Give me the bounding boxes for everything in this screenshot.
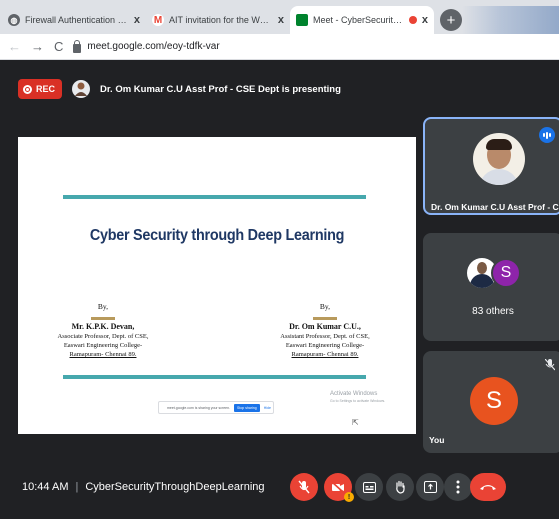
- mic-toggle-button[interactable]: [290, 473, 318, 501]
- photo-body: [479, 169, 519, 185]
- photo-face: [477, 262, 487, 274]
- gold-rule: [91, 317, 115, 320]
- your-avatar: S: [470, 377, 518, 425]
- recording-dot-icon: [408, 16, 417, 24]
- present-icon: [423, 481, 437, 493]
- more-vert-icon: [456, 480, 460, 494]
- screen-share-notice: meet.google.com is sharing your screen. …: [158, 401, 274, 414]
- meeting-controls-bar: 10:44 AM | CyberSecurityThroughDeepLearn…: [0, 458, 559, 519]
- meet-stage: REC Dr. Om Kumar C.U Asst Prof - CSE Dep…: [0, 60, 559, 519]
- author-2: By, Dr. Om Kumar C.U., Assistant Profess…: [270, 302, 380, 359]
- new-tab-button[interactable]: +: [440, 9, 462, 31]
- meet-icon: [296, 14, 308, 26]
- author-1-line: Ramapuram- Chennai 89.: [69, 351, 137, 358]
- close-tab-icon[interactable]: x: [134, 14, 140, 26]
- meeting-name: CyberSecurityThroughDeepLearning: [85, 481, 265, 493]
- audio-bar: [543, 133, 545, 137]
- slide-title: Cyber Security through Deep Learning: [89, 227, 345, 244]
- by-label: By,: [97, 302, 109, 311]
- leave-call-button[interactable]: [470, 473, 506, 501]
- tab-title: Firewall Authentication Keepalive: [25, 15, 129, 25]
- person-icon: [75, 82, 88, 96]
- mic-off-svg: [544, 358, 556, 371]
- participant-tile-others[interactable]: S 83 others: [423, 233, 559, 341]
- author-1-name: Mr. K.P.K. Devan,: [71, 322, 135, 331]
- gold-rule: [313, 317, 337, 320]
- author-2-line: Easwari Engineering College-: [285, 342, 365, 349]
- close-tab-icon[interactable]: x: [422, 14, 428, 26]
- forward-icon[interactable]: →: [31, 39, 44, 54]
- shared-screen: Cyber Security through Deep Learning By,…: [18, 137, 416, 434]
- share-text: meet.google.com is sharing your screen.: [167, 405, 231, 410]
- by-label: By,: [319, 302, 331, 311]
- others-avatars: S: [467, 258, 523, 288]
- author-2-line: Assistant Professor, Dept. of CSE,: [280, 333, 370, 340]
- clock-time: 10:44 AM: [22, 481, 69, 493]
- camera-toggle-button[interactable]: !: [324, 473, 354, 502]
- tab-gmail[interactable]: M AIT invitation for the Workshop on x: [146, 6, 290, 34]
- mic-off-icon: [544, 358, 556, 373]
- more-options-button[interactable]: [444, 473, 472, 501]
- others-count: 83 others: [472, 306, 514, 317]
- address-bar: ← → C meet.google.com/eoy-tdfk-var: [0, 34, 559, 60]
- mic-off-icon: [298, 480, 310, 494]
- close-tab-icon[interactable]: x: [278, 14, 284, 26]
- captions-button[interactable]: [355, 473, 383, 501]
- tab-firewall[interactable]: ◍ Firewall Authentication Keepalive x: [2, 6, 146, 34]
- tab-title: Meet - CyberSecurityThroughDeepLearning: [313, 15, 404, 25]
- meeting-details: 10:44 AM | CyberSecurityThroughDeepLearn…: [22, 481, 265, 493]
- separator: |: [75, 481, 79, 493]
- participant-tile-presenter[interactable]: Dr. Om Kumar C.U Asst Prof - CS...: [423, 117, 559, 215]
- presenting-text: Dr. Om Kumar C.U Asst Prof - CSE Dept is…: [100, 83, 341, 95]
- hide-button[interactable]: Hide: [264, 406, 271, 410]
- participant-name: Dr. Om Kumar C.U Asst Prof - CS...: [431, 202, 559, 212]
- participant-name: You: [429, 435, 445, 445]
- reload-icon[interactable]: C: [54, 39, 63, 54]
- stop-sharing-button[interactable]: Stop sharing: [234, 403, 260, 412]
- audio-bar: [549, 133, 551, 137]
- back-icon[interactable]: ←: [8, 39, 21, 54]
- participant-avatar-letter: S: [491, 258, 521, 288]
- participant-tile-you[interactable]: S You: [423, 351, 559, 453]
- watermark-subtitle: Go to Settings to activate Windows.: [330, 399, 386, 403]
- tab-title: AIT invitation for the Workshop on: [169, 15, 273, 25]
- presenter-photo: [473, 133, 525, 185]
- recording-badge: REC: [18, 79, 63, 99]
- slide-top-bar: [63, 195, 366, 199]
- speaking-indicator-icon: [539, 127, 555, 143]
- tab-bar-background: [462, 6, 559, 34]
- author-1-line: Associate Professor, Dept. of CSE,: [57, 333, 149, 340]
- globe-icon: ◍: [8, 14, 20, 26]
- rec-label: REC: [36, 84, 56, 94]
- url-text: meet.google.com/eoy-tdfk-var: [87, 41, 220, 52]
- author-2-line: Ramapuram- Chennai 89.: [291, 351, 359, 358]
- author-1: By, Mr. K.P.K. Devan, Associate Professo…: [48, 302, 158, 359]
- author-2-name: Dr. Om Kumar C.U.,: [289, 322, 361, 331]
- author-1-line: Easwari Engineering College-: [63, 342, 143, 349]
- slide-bottom-bar: [63, 375, 366, 379]
- present-screen-button[interactable]: [416, 473, 444, 501]
- tab-meet[interactable]: Meet - CyberSecurityThroughDeepLearning …: [290, 6, 434, 34]
- record-icon: [23, 84, 32, 94]
- browser-tab-bar: ◍ Firewall Authentication Keepalive x M …: [0, 0, 559, 34]
- camera-off-icon: [331, 481, 344, 493]
- warning-badge-icon: !: [344, 492, 354, 502]
- hang-up-icon: [480, 485, 496, 490]
- presenting-banner: REC Dr. Om Kumar C.U Asst Prof - CSE Dep…: [18, 78, 341, 100]
- photo-hair: [486, 139, 512, 150]
- gmail-icon: M: [152, 14, 164, 26]
- activate-windows-watermark: Activate Windows Go to Settings to activ…: [330, 391, 385, 405]
- url-field[interactable]: meet.google.com/eoy-tdfk-var: [73, 39, 220, 53]
- captions-icon: [362, 481, 376, 493]
- presenter-avatar: [72, 80, 91, 98]
- raise-hand-button[interactable]: [386, 473, 414, 501]
- audio-bar: [546, 131, 548, 139]
- raise-hand-icon: [396, 480, 405, 494]
- watermark-title: Activate Windows: [330, 391, 378, 397]
- lock-icon: [73, 39, 82, 53]
- mouse-cursor-icon: ⇱: [352, 418, 359, 427]
